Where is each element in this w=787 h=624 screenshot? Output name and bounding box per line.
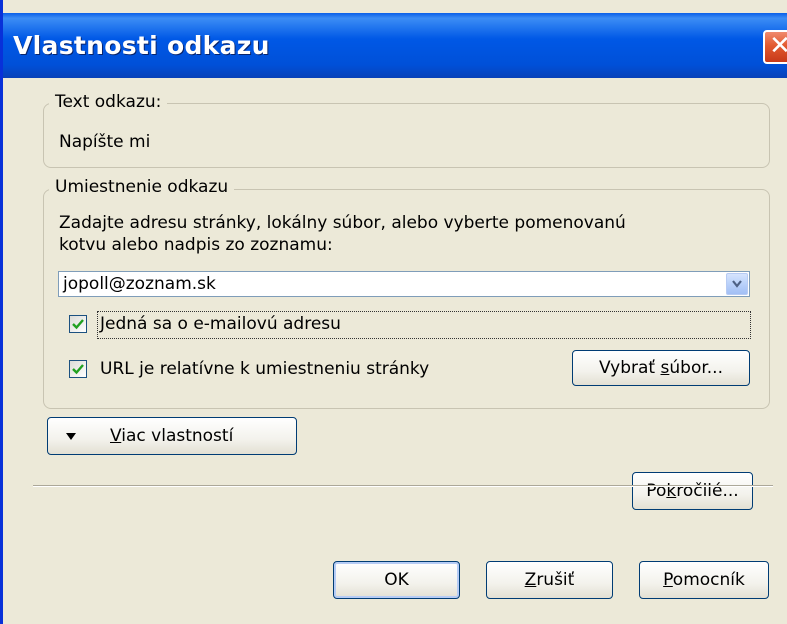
close-icon: ✕ (769, 31, 787, 61)
cancel-button[interactable]: Zrušiť (486, 561, 613, 599)
help-button[interactable]: Pomocník (639, 561, 769, 599)
instructions-line-2: kotvu alebo nadpis zo zoznamu: (59, 235, 333, 255)
relative-url-checkbox[interactable] (69, 360, 87, 378)
checkmark-icon (72, 364, 84, 375)
link-text-value: Napíšte mi (59, 132, 151, 152)
dialog-title: Vlastnosti odkazu (13, 31, 270, 60)
dialog-body: Text odkazu: Napíšte mi Umiestnenie odka… (3, 78, 787, 624)
url-combobox[interactable]: jopoll@zoznam.sk (58, 271, 750, 297)
help-button-label: Pomocník (663, 570, 745, 590)
ok-button-label: OK (384, 570, 409, 590)
triangle-down-icon (66, 433, 76, 440)
email-checkbox[interactable] (69, 315, 87, 333)
link-location-legend: Umiestnenie odkazu (49, 177, 235, 197)
footer-separator (33, 485, 773, 487)
advanced-button-label: Pokročilé... (646, 481, 739, 501)
ok-button[interactable]: OK (333, 561, 460, 599)
title-bar[interactable]: Vlastnosti odkazu ✕ (3, 13, 787, 78)
more-properties-label: Viac vlastností (110, 426, 234, 446)
link-properties-dialog: Vlastnosti odkazu ✕ Text odkazu: Napíšte… (0, 0, 787, 624)
combobox-dropdown-button[interactable] (726, 273, 748, 295)
chevron-down-icon (732, 280, 742, 288)
checkmark-icon (72, 319, 84, 330)
advanced-button[interactable]: Pokročilé... (632, 472, 753, 510)
more-properties-button[interactable]: Viac vlastností (47, 417, 297, 455)
instructions-line-1: Zadajte adresu stránky, lokálny súbor, a… (59, 213, 626, 233)
link-text-legend: Text odkazu: (49, 92, 168, 112)
relative-url-checkbox-row[interactable]: URL je relatívne k umiestneniu stránky (69, 356, 529, 384)
email-checkbox-label: Jedná sa o e-mailovú adresu (100, 314, 341, 334)
cancel-button-label: Zrušiť (524, 570, 575, 590)
relative-url-checkbox-label: URL je relatívne k umiestneniu stránky (100, 359, 430, 379)
link-text-group (43, 103, 770, 168)
choose-file-button[interactable]: Vybrať súbor... (572, 350, 750, 386)
choose-file-button-label: Vybrať súbor... (599, 358, 723, 378)
url-combobox-value[interactable]: jopoll@zoznam.sk (63, 273, 216, 295)
close-button[interactable]: ✕ (763, 30, 787, 64)
email-checkbox-row[interactable]: Jedná sa o e-mailovú adresu (69, 311, 751, 339)
